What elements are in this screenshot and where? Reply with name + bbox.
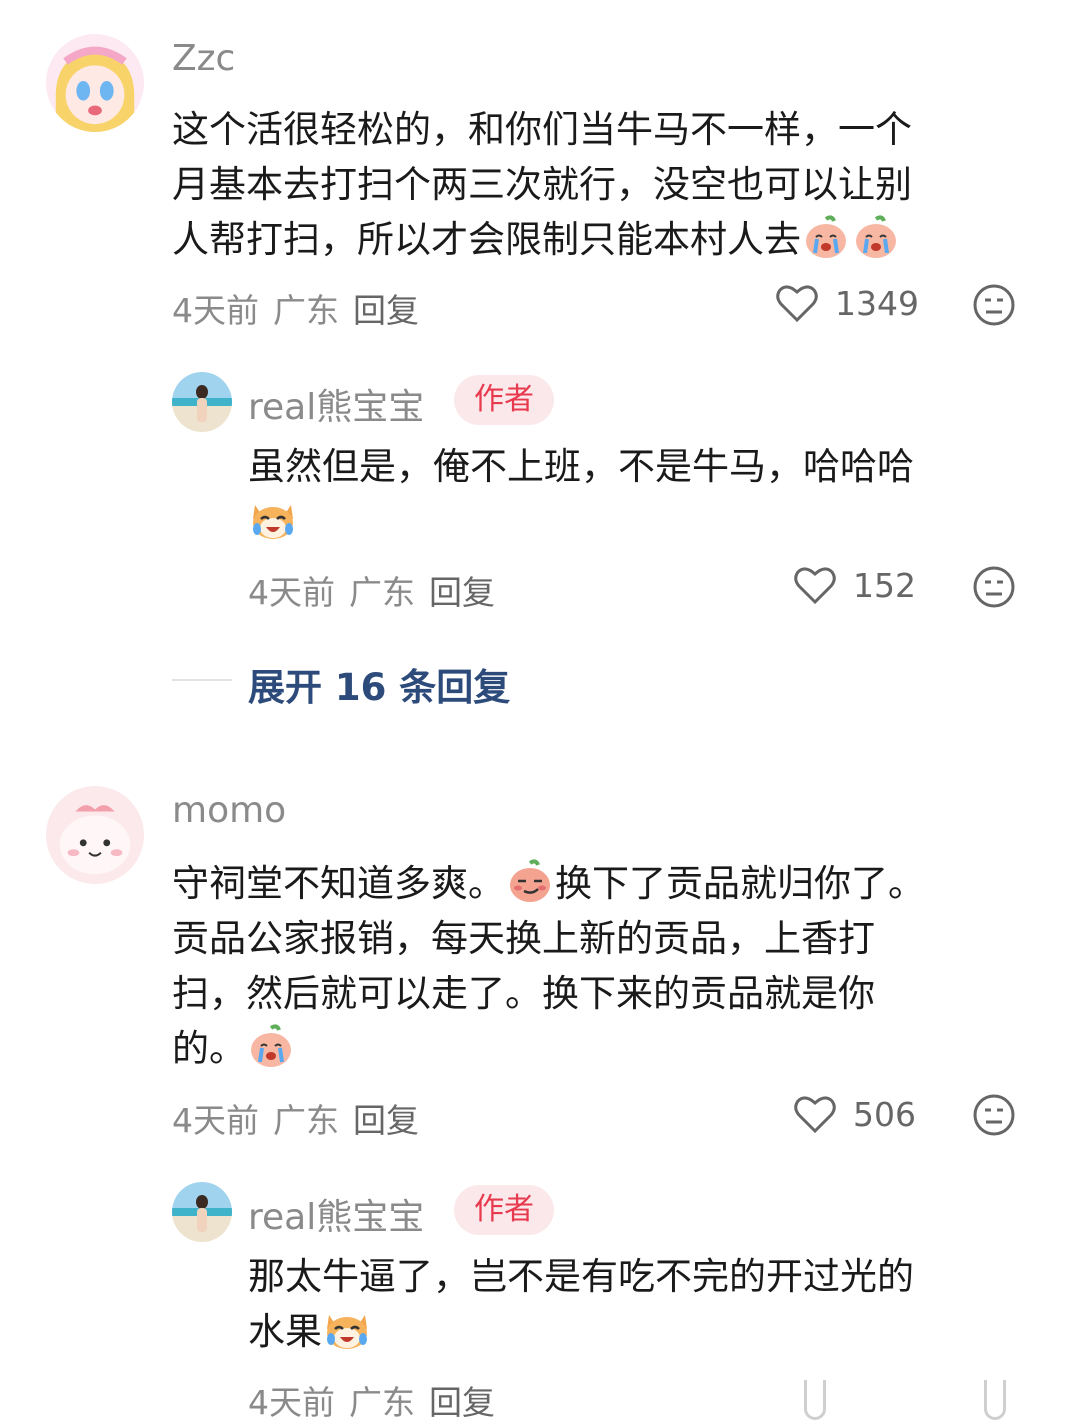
username[interactable]: real熊宝宝	[248, 1188, 424, 1240]
like-button-partial[interactable]	[804, 1380, 826, 1420]
comment-meta: 4天前 广东 回复	[248, 566, 509, 614]
location: 广东	[273, 291, 339, 330]
crying-peach-emoji	[852, 213, 900, 261]
laughing-cat-emoji	[323, 1305, 371, 1353]
dislike-button[interactable]	[972, 565, 1016, 609]
like-button[interactable]: 1349	[775, 279, 919, 327]
username[interactable]: momo	[172, 790, 286, 831]
location: 广东	[349, 1383, 415, 1422]
meh-face-icon	[973, 1094, 1015, 1136]
dislike-button[interactable]	[972, 1093, 1016, 1137]
timestamp: 4天前	[248, 1383, 335, 1422]
username[interactable]: real熊宝宝	[248, 378, 424, 430]
like-button[interactable]: 152	[793, 561, 916, 609]
heart-outline-icon	[794, 567, 836, 605]
meh-face-icon	[973, 566, 1015, 608]
reply-button[interactable]: 回复	[429, 1383, 495, 1422]
like-button[interactable]: 506	[793, 1090, 916, 1138]
avatar[interactable]	[46, 786, 144, 884]
comment-text: 守祠堂不知道多爽。 换下了贡品就归你了。 贡品公家报销，每天换上新的贡品，上香打 …	[172, 856, 1032, 1076]
like-count: 1349	[835, 283, 919, 323]
author-badge: 作者	[454, 1185, 554, 1235]
reply-button[interactable]: 回复	[353, 291, 419, 330]
dislike-button[interactable]	[972, 283, 1016, 327]
like-count: 152	[853, 565, 916, 605]
heart-outline-icon	[794, 1096, 836, 1134]
avatar[interactable]	[46, 34, 144, 132]
crying-peach-emoji	[247, 1022, 295, 1070]
reply-button[interactable]: 回复	[429, 573, 495, 612]
expand-replies-link[interactable]: 展开 16 条回复	[248, 657, 510, 711]
comment-text: 这个活很轻松的，和你们当牛马不一样，一个 月基本去打扫个两三次就行，没空也可以让…	[172, 108, 912, 261]
avatar[interactable]	[172, 1182, 232, 1242]
avatar[interactable]	[172, 372, 232, 432]
like-count: 506	[853, 1094, 916, 1134]
timestamp: 4天前	[248, 573, 335, 612]
reply-button[interactable]: 回复	[353, 1101, 419, 1140]
heart-outline-icon	[776, 285, 818, 323]
comment-meta: 4天前 广东 回复	[172, 284, 433, 332]
timestamp: 4天前	[172, 291, 259, 330]
comment-text: 虽然但是，俺不上班，不是牛马，哈哈哈	[248, 439, 1038, 549]
laughing-cat-emoji	[249, 495, 297, 543]
smirking-peach-emoji	[506, 857, 554, 905]
timestamp: 4天前	[172, 1101, 259, 1140]
comment-text: 那太牛逼了，岂不是有吃不完的开过光的 水果	[248, 1255, 914, 1353]
username[interactable]: Zzc	[172, 38, 235, 79]
author-badge: 作者	[454, 375, 554, 425]
meh-face-icon	[973, 284, 1015, 326]
expand-divider	[172, 679, 232, 681]
comment-meta: 4天前 广东 回复	[248, 1376, 509, 1424]
dislike-button-partial[interactable]	[984, 1380, 1006, 1420]
crying-peach-emoji	[802, 213, 850, 261]
comment-meta: 4天前 广东 回复	[172, 1094, 433, 1142]
location: 广东	[273, 1101, 339, 1140]
location: 广东	[349, 573, 415, 612]
